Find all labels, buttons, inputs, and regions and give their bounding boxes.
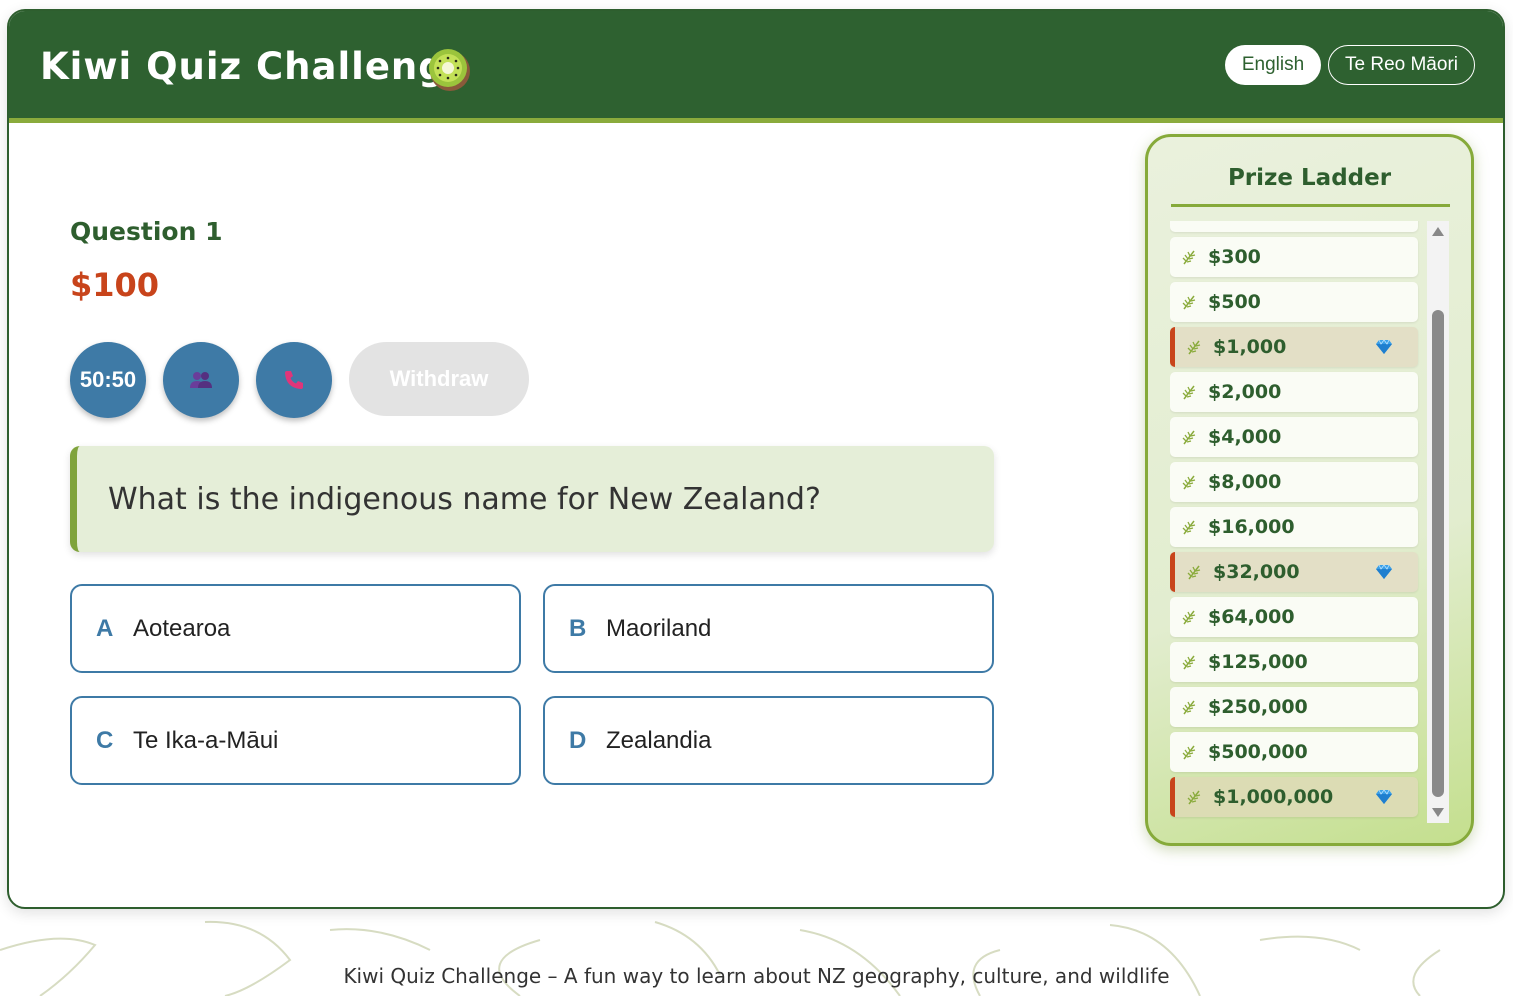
question-value: $100 [70, 266, 160, 304]
fern-icon [1175, 789, 1213, 805]
prize-ladder-item: $32,000 [1170, 552, 1418, 592]
language-english-button[interactable]: English [1225, 45, 1321, 85]
prize-ladder-item: $500,000 [1170, 732, 1418, 772]
prize-ladder-scrollbar[interactable] [1427, 221, 1449, 823]
answer-letter: D [569, 726, 587, 754]
prize-ladder-title: Prize Ladder [1227, 165, 1392, 191]
answer-text: Aotearoa [133, 614, 231, 642]
prize-ladder-panel: Prize Ladder $200 $300 $500 $1,000 $2,000 $4,… [1145, 134, 1474, 846]
prize-ladder-item: $1,000,000 [1170, 777, 1418, 817]
gem-icon [1376, 339, 1392, 354]
language-te-reo-button[interactable]: Te Reo Māori [1328, 45, 1475, 85]
prize-ladder-divider [1171, 204, 1450, 207]
answer-option-c[interactable]: C Te Ika-a-Māui [70, 696, 521, 785]
question-number: Question 1 [70, 217, 223, 246]
withdraw-button[interactable]: Withdraw [349, 342, 529, 416]
ask-audience-button[interactable] [163, 342, 239, 418]
prize-amount: $8,000 [1208, 471, 1282, 493]
prize-ladder-item: $4,000 [1170, 417, 1418, 457]
question-text: What is the indigenous name for New Zeal… [108, 481, 821, 517]
prize-amount: $300 [1208, 246, 1261, 268]
gem-icon [1376, 564, 1392, 579]
prize-amount: $64,000 [1208, 606, 1295, 628]
people-icon [190, 372, 212, 388]
prize-ladder-item: $1,000 [1170, 327, 1418, 367]
fern-icon [1170, 699, 1208, 715]
answer-letter: C [96, 726, 114, 754]
answer-letter: A [96, 614, 114, 642]
prize-amount: $1,000,000 [1213, 786, 1334, 808]
prize-ladder-item: $16,000 [1170, 507, 1418, 547]
prize-amount: $125,000 [1208, 651, 1308, 673]
answer-option-d[interactable]: D Zealandia [543, 696, 994, 785]
answer-letter: B [569, 614, 587, 642]
footer-text: Kiwi Quiz Challenge – A fun way to learn… [343, 964, 1170, 988]
prize-ladder-item: $2,000 [1170, 372, 1418, 412]
prize-ladder-list[interactable]: $200 $300 $500 $1,000 $2,000 $4,000 $8,000 $16,… [1170, 221, 1420, 823]
prize-amount: $16,000 [1208, 516, 1295, 538]
phone-friend-button[interactable] [256, 342, 332, 418]
fern-icon [1170, 744, 1208, 760]
fifty-fifty-label: 50:50 [79, 367, 137, 392]
answer-option-b[interactable]: B Maoriland [543, 584, 994, 673]
fern-icon [1170, 474, 1208, 490]
question-card: What is the indigenous name for New Zeal… [70, 446, 994, 552]
kiwi-fruit-icon [429, 49, 470, 91]
prize-amount: $4,000 [1208, 426, 1282, 448]
prize-amount: $2,000 [1208, 381, 1282, 403]
answer-text: Te Ika-a-Māui [133, 726, 279, 754]
fern-icon [1170, 609, 1208, 625]
fern-icon [1170, 294, 1208, 310]
fern-icon [1170, 384, 1208, 400]
scroll-thumb[interactable] [1432, 310, 1444, 797]
prize-ladder-item: $8,000 [1170, 462, 1418, 502]
prize-ladder-item: $300 [1170, 237, 1418, 277]
prize-ladder-item: $125,000 [1170, 642, 1418, 682]
prize-amount: $1,000 [1213, 336, 1287, 358]
answer-option-a[interactable]: A Aotearoa [70, 584, 521, 673]
phone-icon [285, 371, 303, 389]
fern-icon [1170, 429, 1208, 445]
gem-icon [1376, 789, 1392, 804]
scroll-up-arrow-icon[interactable] [1432, 227, 1444, 236]
fern-icon [1170, 654, 1208, 670]
fern-icon [1170, 249, 1208, 265]
answer-text: Zealandia [606, 726, 712, 754]
prize-ladder-item: $200 [1170, 221, 1418, 232]
prize-amount: $32,000 [1213, 561, 1300, 583]
prize-amount: $500 [1208, 291, 1261, 313]
app-container: Kiwi Quiz Challenge English Te Reo Māori… [7, 9, 1505, 909]
fern-icon [1175, 339, 1213, 355]
prize-ladder-item: $500 [1170, 282, 1418, 322]
prize-ladder-item: $250,000 [1170, 687, 1418, 727]
prize-amount: $250,000 [1208, 696, 1308, 718]
fifty-fifty-button[interactable]: 50:50 [70, 342, 146, 418]
app-title: Kiwi Quiz Challenge [40, 45, 472, 88]
answer-text: Maoriland [606, 614, 712, 642]
scroll-down-arrow-icon[interactable] [1432, 808, 1444, 817]
prize-amount: $200 [1208, 221, 1261, 223]
prize-ladder-item: $64,000 [1170, 597, 1418, 637]
fern-icon [1170, 519, 1208, 535]
fern-icon [1175, 564, 1213, 580]
header-bar: Kiwi Quiz Challenge English Te Reo Māori [9, 11, 1503, 123]
prize-amount: $500,000 [1208, 741, 1308, 763]
